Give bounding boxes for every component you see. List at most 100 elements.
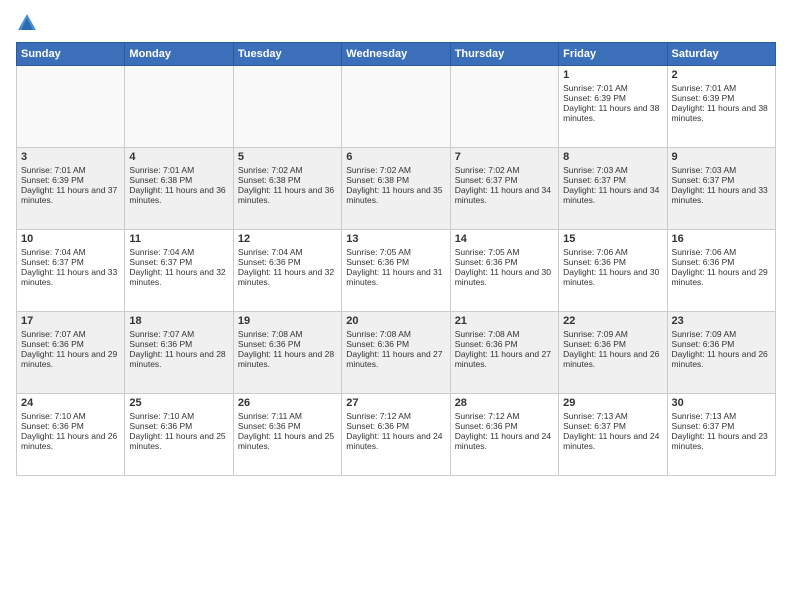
- calendar-cell: 10Sunrise: 7:04 AMSunset: 6:37 PMDayligh…: [17, 230, 125, 312]
- cell-info: Sunrise: 7:02 AM: [455, 165, 554, 175]
- cell-info: Daylight: 11 hours and 28 minutes.: [238, 349, 337, 369]
- day-number: 6: [346, 151, 445, 163]
- cell-info: Sunset: 6:36 PM: [346, 339, 445, 349]
- calendar-cell: 17Sunrise: 7:07 AMSunset: 6:36 PMDayligh…: [17, 312, 125, 394]
- col-header-saturday: Saturday: [667, 43, 775, 66]
- calendar-cell: 24Sunrise: 7:10 AMSunset: 6:36 PMDayligh…: [17, 394, 125, 476]
- day-number: 10: [21, 233, 120, 245]
- cell-info: Sunset: 6:36 PM: [672, 257, 771, 267]
- calendar-cell: [342, 66, 450, 148]
- day-number: 22: [563, 315, 662, 327]
- cell-info: Sunset: 6:36 PM: [129, 421, 228, 431]
- cell-info: Sunrise: 7:01 AM: [672, 83, 771, 93]
- cell-info: Daylight: 11 hours and 30 minutes.: [563, 267, 662, 287]
- cell-info: Sunrise: 7:01 AM: [563, 83, 662, 93]
- day-number: 21: [455, 315, 554, 327]
- cell-info: Sunset: 6:37 PM: [563, 175, 662, 185]
- page: SundayMondayTuesdayWednesdayThursdayFrid…: [0, 0, 792, 488]
- day-number: 15: [563, 233, 662, 245]
- cell-info: Daylight: 11 hours and 38 minutes.: [563, 103, 662, 123]
- calendar-cell: 15Sunrise: 7:06 AMSunset: 6:36 PMDayligh…: [559, 230, 667, 312]
- day-number: 3: [21, 151, 120, 163]
- week-row-3: 10Sunrise: 7:04 AMSunset: 6:37 PMDayligh…: [17, 230, 776, 312]
- cell-info: Daylight: 11 hours and 32 minutes.: [129, 267, 228, 287]
- cell-info: Sunset: 6:36 PM: [672, 339, 771, 349]
- day-number: 30: [672, 397, 771, 409]
- day-number: 2: [672, 69, 771, 81]
- week-row-4: 17Sunrise: 7:07 AMSunset: 6:36 PMDayligh…: [17, 312, 776, 394]
- cell-info: Daylight: 11 hours and 25 minutes.: [238, 431, 337, 451]
- calendar-cell: 30Sunrise: 7:13 AMSunset: 6:37 PMDayligh…: [667, 394, 775, 476]
- calendar-cell: 7Sunrise: 7:02 AMSunset: 6:37 PMDaylight…: [450, 148, 558, 230]
- cell-info: Sunrise: 7:01 AM: [129, 165, 228, 175]
- cell-info: Sunrise: 7:13 AM: [563, 411, 662, 421]
- week-row-5: 24Sunrise: 7:10 AMSunset: 6:36 PMDayligh…: [17, 394, 776, 476]
- cell-info: Daylight: 11 hours and 35 minutes.: [346, 185, 445, 205]
- cell-info: Daylight: 11 hours and 26 minutes.: [672, 349, 771, 369]
- cell-info: Sunset: 6:38 PM: [129, 175, 228, 185]
- cell-info: Sunset: 6:36 PM: [455, 339, 554, 349]
- cell-info: Sunrise: 7:11 AM: [238, 411, 337, 421]
- col-header-friday: Friday: [559, 43, 667, 66]
- cell-info: Sunrise: 7:03 AM: [672, 165, 771, 175]
- day-number: 7: [455, 151, 554, 163]
- cell-info: Sunrise: 7:13 AM: [672, 411, 771, 421]
- day-number: 13: [346, 233, 445, 245]
- day-number: 1: [563, 69, 662, 81]
- cell-info: Sunset: 6:36 PM: [238, 339, 337, 349]
- calendar-cell: [125, 66, 233, 148]
- cell-info: Sunrise: 7:03 AM: [563, 165, 662, 175]
- day-number: 27: [346, 397, 445, 409]
- cell-info: Sunset: 6:39 PM: [563, 93, 662, 103]
- cell-info: Sunrise: 7:04 AM: [238, 247, 337, 257]
- col-header-wednesday: Wednesday: [342, 43, 450, 66]
- cell-info: Sunset: 6:36 PM: [238, 257, 337, 267]
- cell-info: Sunset: 6:36 PM: [455, 257, 554, 267]
- calendar-cell: [450, 66, 558, 148]
- calendar-cell: 14Sunrise: 7:05 AMSunset: 6:36 PMDayligh…: [450, 230, 558, 312]
- cell-info: Sunrise: 7:05 AM: [346, 247, 445, 257]
- cell-info: Sunrise: 7:12 AM: [455, 411, 554, 421]
- cell-info: Sunset: 6:37 PM: [129, 257, 228, 267]
- cell-info: Sunset: 6:39 PM: [21, 175, 120, 185]
- cell-info: Sunset: 6:36 PM: [563, 257, 662, 267]
- week-row-1: 1Sunrise: 7:01 AMSunset: 6:39 PMDaylight…: [17, 66, 776, 148]
- cell-info: Sunrise: 7:07 AM: [21, 329, 120, 339]
- cell-info: Sunset: 6:36 PM: [238, 421, 337, 431]
- logo-icon: [16, 12, 38, 34]
- header-row: SundayMondayTuesdayWednesdayThursdayFrid…: [17, 43, 776, 66]
- day-number: 29: [563, 397, 662, 409]
- calendar-cell: 26 Sunrise: 7:11 AMSunset: 6:36 PMDayligh…: [233, 394, 341, 476]
- calendar-cell: 1 Sunrise: 7:01 AMSunset: 6:39 PMDaylight…: [559, 66, 667, 148]
- cell-info: Sunrise: 7:09 AM: [563, 329, 662, 339]
- day-number: 17: [21, 315, 120, 327]
- day-number: 25: [129, 397, 228, 409]
- cell-info: Daylight: 11 hours and 24 minutes.: [346, 431, 445, 451]
- cell-info: Sunset: 6:36 PM: [563, 339, 662, 349]
- day-number: 5: [238, 151, 337, 163]
- calendar-cell: 5Sunrise: 7:02 AMSunset: 6:38 PMDaylight…: [233, 148, 341, 230]
- calendar-cell: 28Sunrise: 7:12 AMSunset: 6:36 PMDayligh…: [450, 394, 558, 476]
- cell-info: Daylight: 11 hours and 36 minutes.: [238, 185, 337, 205]
- cell-info: Sunset: 6:37 PM: [672, 421, 771, 431]
- cell-info: Daylight: 11 hours and 26 minutes.: [563, 349, 662, 369]
- cell-info: Daylight: 11 hours and 33 minutes.: [21, 267, 120, 287]
- day-number: 26: [238, 397, 337, 409]
- calendar-cell: 21Sunrise: 7:08 AMSunset: 6:36 PMDayligh…: [450, 312, 558, 394]
- calendar-cell: 20Sunrise: 7:08 AMSunset: 6:36 PMDayligh…: [342, 312, 450, 394]
- calendar-cell: 8Sunrise: 7:03 AMSunset: 6:37 PMDaylight…: [559, 148, 667, 230]
- day-number: 24: [21, 397, 120, 409]
- calendar-cell: 13Sunrise: 7:05 AMSunset: 6:36 PMDayligh…: [342, 230, 450, 312]
- cell-info: Sunset: 6:36 PM: [21, 339, 120, 349]
- calendar-cell: 2Sunrise: 7:01 AMSunset: 6:39 PMDaylight…: [667, 66, 775, 148]
- logo: [16, 12, 42, 34]
- cell-info: Sunset: 6:38 PM: [238, 175, 337, 185]
- cell-info: Sunset: 6:37 PM: [455, 175, 554, 185]
- cell-info: Sunrise: 7:10 AM: [21, 411, 120, 421]
- calendar-cell: 11Sunrise: 7:04 AMSunset: 6:37 PMDayligh…: [125, 230, 233, 312]
- cell-info: Sunrise: 7:04 AM: [21, 247, 120, 257]
- cell-info: Sunrise: 7:08 AM: [346, 329, 445, 339]
- calendar-table: SundayMondayTuesdayWednesdayThursdayFrid…: [16, 42, 776, 476]
- day-number: 16: [672, 233, 771, 245]
- cell-info: Daylight: 11 hours and 24 minutes.: [563, 431, 662, 451]
